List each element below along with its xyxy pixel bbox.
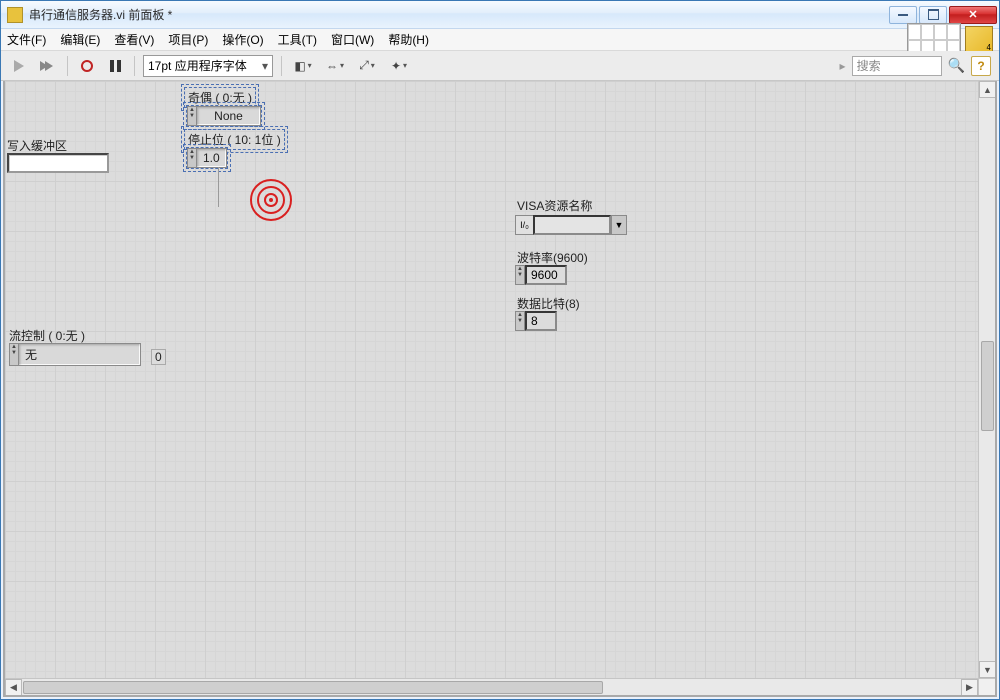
minimize-button[interactable]	[889, 6, 917, 24]
menu-view[interactable]: 查看(V)	[114, 31, 154, 48]
wire-segment	[218, 167, 219, 207]
flowcontrol-ring-control[interactable]: 无	[9, 343, 141, 366]
baud-value[interactable]: 9600	[525, 265, 567, 285]
flowcontrol-extra: 0	[151, 349, 166, 365]
flowcontrol-value[interactable]: 无	[19, 343, 141, 366]
reorder-button[interactable]: ✦	[386, 55, 412, 77]
menu-file[interactable]: 文件(F)	[7, 31, 46, 48]
stopbits-spinner[interactable]	[187, 148, 197, 168]
font-selector-text: 17pt 应用程序字体	[148, 57, 247, 74]
menu-operate[interactable]: 操作(O)	[222, 31, 263, 48]
maximize-button[interactable]	[919, 6, 947, 24]
scroll-left-arrow[interactable]: ◀	[5, 679, 22, 695]
pause-button[interactable]	[104, 55, 126, 77]
menu-tools[interactable]: 工具(T)	[278, 31, 317, 48]
visa-dropdown-arrow[interactable]: ▼	[611, 215, 627, 235]
search-chevron-icon: ▸	[840, 59, 846, 73]
search-icon[interactable]: 🔍	[948, 57, 965, 74]
vertical-scrollbar[interactable]: ▲ ▼	[978, 81, 995, 678]
databits-label: 数据比特(8)	[517, 295, 580, 312]
run-button[interactable]	[9, 55, 31, 77]
scroll-right-arrow[interactable]: ▶	[961, 679, 978, 695]
flowcontrol-spinner[interactable]	[9, 343, 19, 366]
databits-spinner[interactable]	[515, 311, 525, 331]
close-button[interactable]	[949, 6, 997, 24]
menubar: 文件(F) 编辑(E) 查看(V) 项目(P) 操作(O) 工具(T) 窗口(W…	[1, 29, 999, 51]
scroll-up-arrow[interactable]: ▲	[979, 81, 995, 98]
visa-value[interactable]	[533, 215, 611, 235]
target-cursor-icon	[248, 177, 294, 223]
resize-objects-button[interactable]: ⤢	[354, 55, 380, 77]
window-title: 串行通信服务器.vi 前面板 *	[29, 6, 889, 23]
window-frame: 串行通信服务器.vi 前面板 * 文件(F) 编辑(E) 查看(V) 项目(P)…	[0, 0, 1000, 700]
search-input[interactable]: 搜索	[852, 56, 942, 76]
write-buffer-input[interactable]	[7, 153, 109, 173]
front-panel-area: 写入缓冲区 奇偶 ( 0:无 ) None 停止位 ( 10: 1位 ) 1.0…	[3, 81, 997, 697]
visa-io-icon: I/₀	[515, 215, 533, 235]
parity-ring-control[interactable]: None	[186, 105, 262, 127]
visa-label: VISA资源名称	[517, 197, 592, 214]
vi-icon[interactable]: 4	[965, 26, 993, 54]
visa-resource-combo[interactable]: I/₀ ▼	[515, 215, 627, 235]
scroll-down-arrow[interactable]: ▼	[979, 661, 995, 678]
font-selector[interactable]: 17pt 应用程序字体	[143, 55, 273, 77]
scroll-h-thumb[interactable]	[23, 681, 603, 694]
scroll-corner	[978, 678, 995, 695]
help-button[interactable]: ?	[971, 56, 991, 76]
app-icon	[7, 7, 23, 23]
align-objects-button[interactable]: ◧	[290, 55, 316, 77]
menu-window[interactable]: 窗口(W)	[331, 31, 374, 48]
distribute-objects-button[interactable]: ⇔	[322, 55, 348, 77]
baud-numeric-control[interactable]: 9600	[515, 265, 567, 285]
menu-help[interactable]: 帮助(H)	[388, 31, 429, 48]
menu-edit[interactable]: 编辑(E)	[60, 31, 100, 48]
menu-project[interactable]: 项目(P)	[168, 31, 208, 48]
scroll-v-thumb[interactable]	[981, 341, 994, 431]
baud-label: 波特率(9600)	[517, 249, 588, 266]
run-continuous-button[interactable]	[37, 55, 59, 77]
parity-value[interactable]: None	[197, 106, 261, 126]
titlebar[interactable]: 串行通信服务器.vi 前面板 *	[1, 1, 999, 29]
stopbits-ring-control[interactable]: 1.0	[186, 147, 228, 169]
baud-spinner[interactable]	[515, 265, 525, 285]
parity-spinner[interactable]	[187, 106, 197, 126]
abort-button[interactable]	[76, 55, 98, 77]
flowcontrol-label: 流控制 ( 0:无 )	[9, 327, 85, 344]
databits-value[interactable]: 8	[525, 311, 557, 331]
databits-numeric-control[interactable]: 8	[515, 311, 557, 331]
horizontal-scrollbar[interactable]: ◀ ▶	[5, 678, 978, 695]
stopbits-value[interactable]: 1.0	[197, 148, 227, 168]
write-buffer-label: 写入缓冲区	[7, 137, 67, 154]
toolbar: 17pt 应用程序字体 ◧ ⇔ ⤢ ✦ ▸ 搜索 🔍 ?	[1, 51, 999, 81]
canvas[interactable]: 写入缓冲区 奇偶 ( 0:无 ) None 停止位 ( 10: 1位 ) 1.0…	[5, 81, 995, 695]
